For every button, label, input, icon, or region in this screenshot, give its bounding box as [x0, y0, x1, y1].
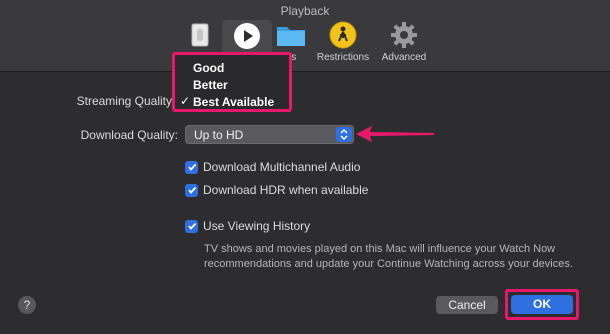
ok-button[interactable]: OK [511, 295, 573, 314]
multichannel-audio-label: Download Multichannel Audio [203, 160, 361, 174]
tab-restrictions[interactable]: Restrictions [312, 20, 374, 68]
selected-check-icon: ✓ [180, 94, 191, 108]
viewing-history-checkbox[interactable]: Use Viewing History [185, 219, 310, 233]
multichannel-audio-checkbox[interactable]: Download Multichannel Audio [185, 160, 360, 174]
help-button[interactable]: ? [18, 296, 36, 314]
viewing-history-note: TV shows and movies played on this Mac w… [204, 243, 573, 270]
download-quality-label: Download Quality: [80, 128, 178, 142]
play-icon [232, 21, 262, 51]
hdr-label: Download HDR when available [203, 183, 369, 197]
checkmark-icon [185, 219, 198, 233]
ok-button-highlight: OK [505, 289, 579, 320]
annotation-arrow-icon [356, 126, 434, 142]
checkmark-icon [185, 160, 198, 174]
restrictions-icon [328, 20, 358, 50]
download-quality-select[interactable]: Up to HD [185, 125, 354, 144]
tab-advanced[interactable]: Advanced [378, 20, 430, 68]
download-quality-value: Up to HD [194, 128, 244, 142]
preferences-window: Playback Restrictions Advanced Streaming… [0, 0, 610, 334]
cancel-button[interactable]: Cancel [436, 296, 498, 314]
viewing-history-label: Use Viewing History [203, 219, 311, 233]
menu-item-best-available[interactable]: Best Available [193, 95, 274, 109]
streaming-quality-menu: Good Better ✓ Best Available [172, 52, 292, 112]
folder-icon [276, 20, 306, 50]
menu-item-better[interactable]: Better [193, 78, 228, 92]
toolbar: Playback Restrictions Advanced [0, 0, 610, 72]
chevron-updown-icon [336, 127, 352, 142]
streaming-quality-label: Streaming Quality [76, 94, 172, 108]
window-title: Playback [280, 4, 330, 18]
checkmark-icon [185, 183, 198, 197]
hdr-checkbox[interactable]: Download HDR when available [185, 183, 368, 197]
gear-icon [389, 20, 419, 50]
general-switch-icon [185, 20, 215, 50]
menu-item-good[interactable]: Good [193, 61, 224, 75]
